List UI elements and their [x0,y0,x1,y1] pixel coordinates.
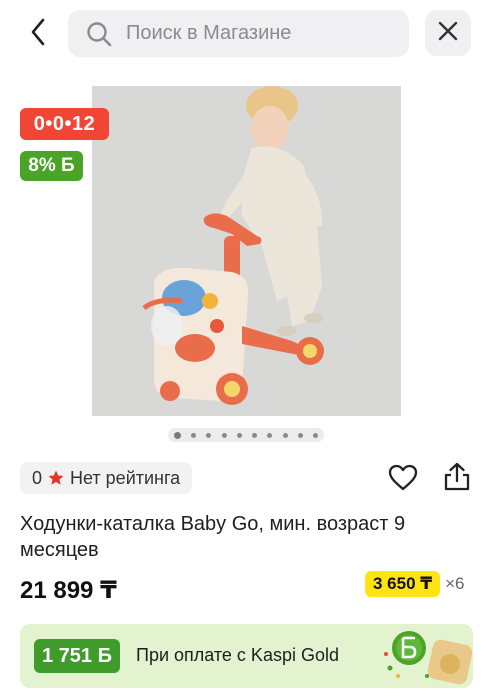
chevron-left-icon [30,18,46,51]
close-button[interactable] [425,10,471,56]
rating-label: Нет рейтинга [70,467,181,488]
product-photo [92,86,401,416]
gallery-dot[interactable] [236,432,242,438]
search-placeholder: Поиск в Магазине [126,22,292,44]
search-icon [86,20,114,48]
gallery-pagination[interactable] [168,428,324,442]
share-button[interactable] [440,462,474,496]
gallery-dot[interactable] [191,432,197,438]
gallery-dot[interactable] [206,432,212,438]
kaspi-gold-banner[interactable]: 1 751 Б При оплате с Kaspi Gold [20,624,473,688]
gallery-dot[interactable] [282,432,288,438]
rating-chip[interactable]: 0 Нет рейтинга [20,462,193,494]
bonus-percent-badge: 8% Б [20,151,83,181]
product-title: Ходунки-каталка Baby Go, мин. возраст 9 … [20,513,406,561]
share-icon [443,462,471,497]
gallery-dot[interactable] [221,432,227,438]
favorite-button[interactable] [386,464,420,496]
gallery-dot[interactable] [312,432,318,438]
kaspi-gold-text: При оплате с Kaspi Gold [136,645,339,665]
installment-amount: 3 650 ₸ [365,571,441,597]
search-bar[interactable]: Поиск в Магазине [68,10,409,57]
product-price: 21 899 ₸ [20,577,117,604]
top-bar: Поиск в Магазине [0,0,493,68]
product-image[interactable] [92,86,401,416]
timer-badge: 0•0•12 [20,108,109,140]
star-icon [47,469,65,487]
kaspi-bonus-badge: 1 751 Б [34,639,120,673]
installment-multiplier: ×6 [445,574,465,593]
gallery-dot[interactable] [252,432,258,438]
gallery-dot[interactable] [267,432,273,438]
gallery-dot[interactable] [297,432,303,438]
installment-offer[interactable]: 3 650 ₸ ×6 [365,571,464,597]
back-button[interactable] [18,14,58,54]
gallery-dot[interactable] [174,431,181,439]
rating-count: 0 [32,467,43,488]
close-icon [438,21,458,46]
heart-icon [388,464,418,497]
kaspi-bonus-coin-icon [384,631,473,685]
